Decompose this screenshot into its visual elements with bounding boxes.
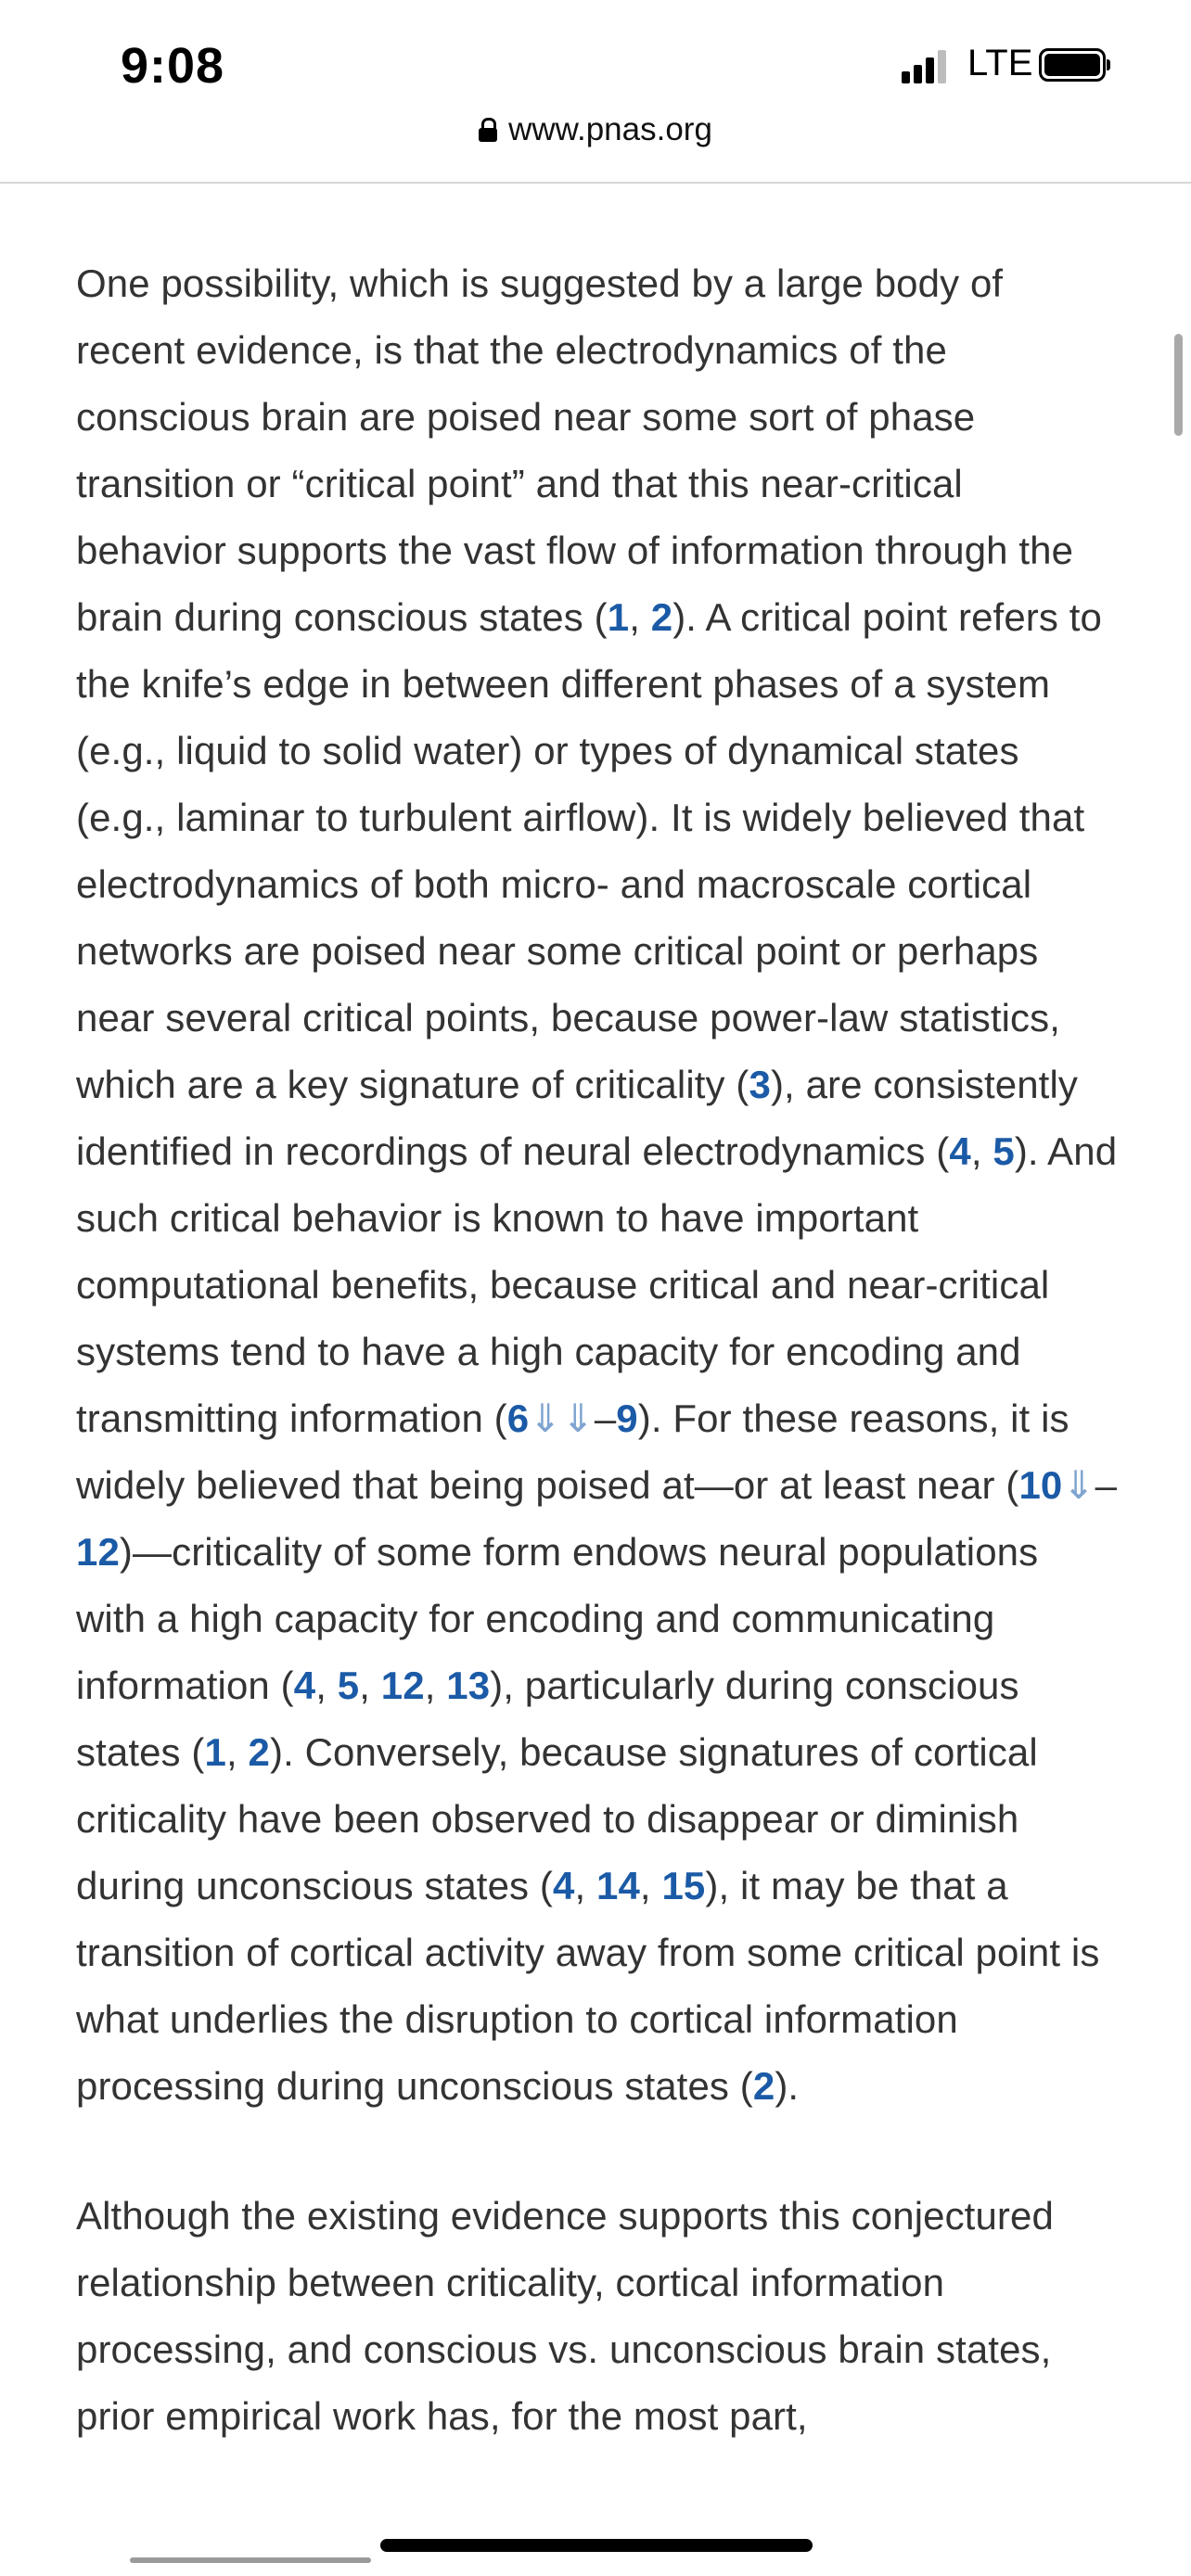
network-type: LTE [967, 43, 1033, 83]
battery-icon [1039, 48, 1110, 82]
url-text[interactable]: www.pnas.org [508, 111, 712, 148]
lock-icon [479, 118, 498, 142]
url-bar[interactable]: www.pnas.org [0, 109, 1191, 184]
status-time: 9:08 [121, 38, 225, 94]
home-indicator[interactable] [380, 2539, 813, 2552]
reference-link-10[interactable]: 10 [1018, 1463, 1062, 1507]
reference-link-1[interactable]: 1 [608, 595, 629, 639]
reference-link-2[interactable]: 2 [651, 595, 672, 639]
reference-range-mark[interactable]: ⇓⇓ [529, 1396, 595, 1440]
reference-link-4[interactable]: 4 [294, 1664, 315, 1707]
reference-link-15[interactable]: 15 [661, 1864, 705, 1907]
article-paragraph: Although the existing evidence supports … [76, 2194, 1054, 2438]
toolbar-edge [130, 2557, 371, 2563]
reference-link-13[interactable]: 13 [446, 1664, 490, 1707]
cellular-signal-icon [902, 50, 946, 83]
reference-link-5[interactable]: 5 [992, 1129, 1014, 1173]
reference-link-4[interactable]: 4 [553, 1864, 574, 1907]
article-body: One possibility, which is suggested by a… [76, 250, 1119, 2513]
reference-link-14[interactable]: 14 [596, 1864, 640, 1907]
reference-link-4[interactable]: 4 [949, 1129, 970, 1173]
article-paragraph: One possibility, which is suggested by a… [76, 261, 1118, 2108]
reference-link-6[interactable]: 6 [507, 1396, 529, 1440]
reference-link-12[interactable]: 12 [381, 1664, 425, 1707]
reference-link-2[interactable]: 2 [249, 1730, 270, 1774]
reference-link-5[interactable]: 5 [338, 1664, 359, 1707]
reference-link-9[interactable]: 9 [616, 1396, 637, 1440]
reference-link-3[interactable]: 3 [749, 1063, 770, 1106]
reference-link-2[interactable]: 2 [753, 2064, 775, 2108]
reference-range-mark[interactable]: ⇓ [1062, 1463, 1095, 1507]
reference-link-1[interactable]: 1 [205, 1730, 226, 1774]
status-bar: 9:08 LTE [0, 0, 1191, 111]
reference-link-12[interactable]: 12 [76, 1530, 120, 1574]
scrollbar[interactable] [1174, 334, 1183, 436]
